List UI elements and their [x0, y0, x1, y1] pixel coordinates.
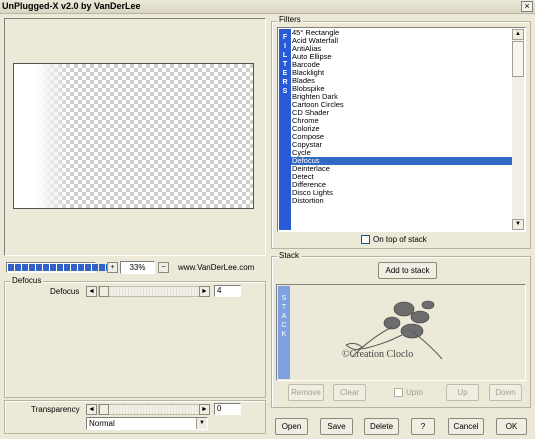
window-title: UnPlugged-X v2.0 by VanDerLee [2, 1, 141, 11]
scroll-up-button[interactable]: ▲ [512, 29, 524, 40]
filters-group-label: Filters [277, 15, 303, 24]
defocus-value-field[interactable]: 4 [214, 285, 241, 297]
filter-item[interactable]: Compose [291, 133, 513, 141]
arrow-right-icon: ► [201, 288, 208, 295]
filters-listbox[interactable]: F I L T E R S 45° Rectangle Acid Waterfal… [277, 27, 526, 232]
filter-item[interactable]: Disco Lights [291, 189, 513, 197]
filter-item[interactable]: Chrome [291, 117, 513, 125]
arrow-right-icon: ► [201, 406, 208, 413]
filter-item[interactable]: Blacklight [291, 69, 513, 77]
stack-list[interactable]: S T A C K ©Creation Cloclo [276, 284, 526, 381]
transparency-label: Transparency [31, 405, 80, 414]
progress-segment [29, 264, 35, 271]
defocus-param-label: Defocus [50, 287, 80, 296]
plus-icon: + [110, 264, 115, 271]
filter-item[interactable]: Copystar [291, 141, 513, 149]
preview-image [14, 64, 70, 208]
transparency-value-field[interactable]: 0 [214, 403, 241, 415]
cancel-button[interactable]: Cancel [448, 418, 484, 435]
title-bar: UnPlugged-X v2.0 by VanDerLee × [0, 0, 535, 14]
website-link[interactable]: www.VanDerLee.com [178, 263, 254, 272]
ok-button[interactable]: OK [496, 418, 527, 435]
zoom-in-button[interactable]: + [107, 262, 118, 273]
stack-banner-text: S T A C K [281, 295, 287, 338]
filter-item[interactable]: Acid Waterfall [291, 37, 513, 45]
stack-group-label: Stack [277, 251, 302, 260]
filter-item[interactable]: Distortion [291, 197, 513, 205]
arrow-up-icon: ▲ [515, 31, 521, 37]
defocus-group [4, 281, 266, 398]
stack-side-banner: S T A C K [278, 286, 290, 379]
clear-button[interactable]: Clear [333, 384, 366, 401]
filter-item[interactable]: Colorize [291, 125, 513, 133]
transparency-decrease-button[interactable]: ◄ [86, 404, 97, 415]
filters-banner-text: F I L T E R S [282, 34, 288, 95]
progress-fill [8, 264, 112, 271]
add-to-stack-button[interactable]: Add to stack [378, 262, 437, 279]
blend-mode-select[interactable]: Normal ▼ [86, 417, 208, 430]
progress-segment [50, 264, 56, 271]
open-button[interactable]: Open [275, 418, 308, 435]
defocus-decrease-button[interactable]: ◄ [86, 286, 97, 297]
transparency-increase-button[interactable]: ► [199, 404, 210, 415]
progress-segment [64, 264, 70, 271]
progress-segment [15, 264, 21, 271]
filter-item[interactable]: Cycle [291, 149, 513, 157]
blend-mode-value: Normal [89, 419, 115, 428]
watermark-text: ©Creation Cloclo [342, 349, 414, 360]
filter-item[interactable]: Barcode [291, 61, 513, 69]
scroll-down-button[interactable]: ▼ [512, 219, 524, 230]
filter-item[interactable]: Auto Ellipse [291, 53, 513, 61]
help-button[interactable]: ? [411, 418, 435, 435]
on-top-of-stack-checkbox[interactable] [361, 235, 370, 244]
preview-canvas[interactable] [13, 63, 254, 209]
filter-item[interactable]: Deinterlace [291, 165, 513, 173]
down-button[interactable]: Down [489, 384, 522, 401]
arrow-down-icon: ▼ [515, 221, 521, 227]
arrow-left-icon: ◄ [88, 288, 95, 295]
progress-segment [57, 264, 63, 271]
progress-segment [36, 264, 42, 271]
save-button[interactable]: Save [320, 418, 353, 435]
close-icon: × [524, 1, 530, 11]
minus-icon: − [161, 264, 166, 271]
up-button[interactable]: Up [446, 384, 479, 401]
remove-button[interactable]: Remove [288, 384, 324, 401]
defocus-group-label: Defocus [10, 276, 44, 285]
filters-list[interactable]: 45° Rectangle Acid Waterfall AntiAlias Auto… [291, 29, 513, 230]
zoom-field[interactable]: 33% [120, 261, 155, 274]
filters-side-banner: F I L T E R S [279, 29, 291, 230]
close-button[interactable]: × [521, 1, 533, 12]
upto-checkbox[interactable] [394, 388, 403, 397]
progress-segment [22, 264, 28, 271]
zoom-out-button[interactable]: − [158, 262, 169, 273]
filter-item[interactable]: CD Shader [291, 109, 513, 117]
filters-scrollbar[interactable]: ▲ ▼ [512, 29, 524, 230]
progress-segment [85, 264, 91, 271]
progress-segment [71, 264, 77, 271]
progress-segment [43, 264, 49, 271]
progress-segment [92, 264, 98, 271]
upto-label: Upto [406, 388, 423, 397]
arrow-left-icon: ◄ [88, 406, 95, 413]
defocus-slider[interactable] [98, 286, 208, 297]
progress-segment [78, 264, 84, 271]
progress-segment [99, 264, 105, 271]
delete-button[interactable]: Delete [364, 418, 399, 435]
defocus-increase-button[interactable]: ► [199, 286, 210, 297]
transparency-slider-thumb[interactable] [99, 404, 109, 415]
defocus-slider-thumb[interactable] [99, 286, 109, 297]
transparency-slider[interactable] [98, 404, 208, 415]
on-top-of-stack-label: On top of stack [373, 235, 427, 244]
chevron-down-icon[interactable]: ▼ [196, 418, 207, 429]
progress-segment [8, 264, 14, 271]
scroll-thumb[interactable] [512, 41, 524, 77]
progress-bar [6, 262, 112, 273]
watermark-logo: ©Creation Cloclo [332, 287, 472, 379]
